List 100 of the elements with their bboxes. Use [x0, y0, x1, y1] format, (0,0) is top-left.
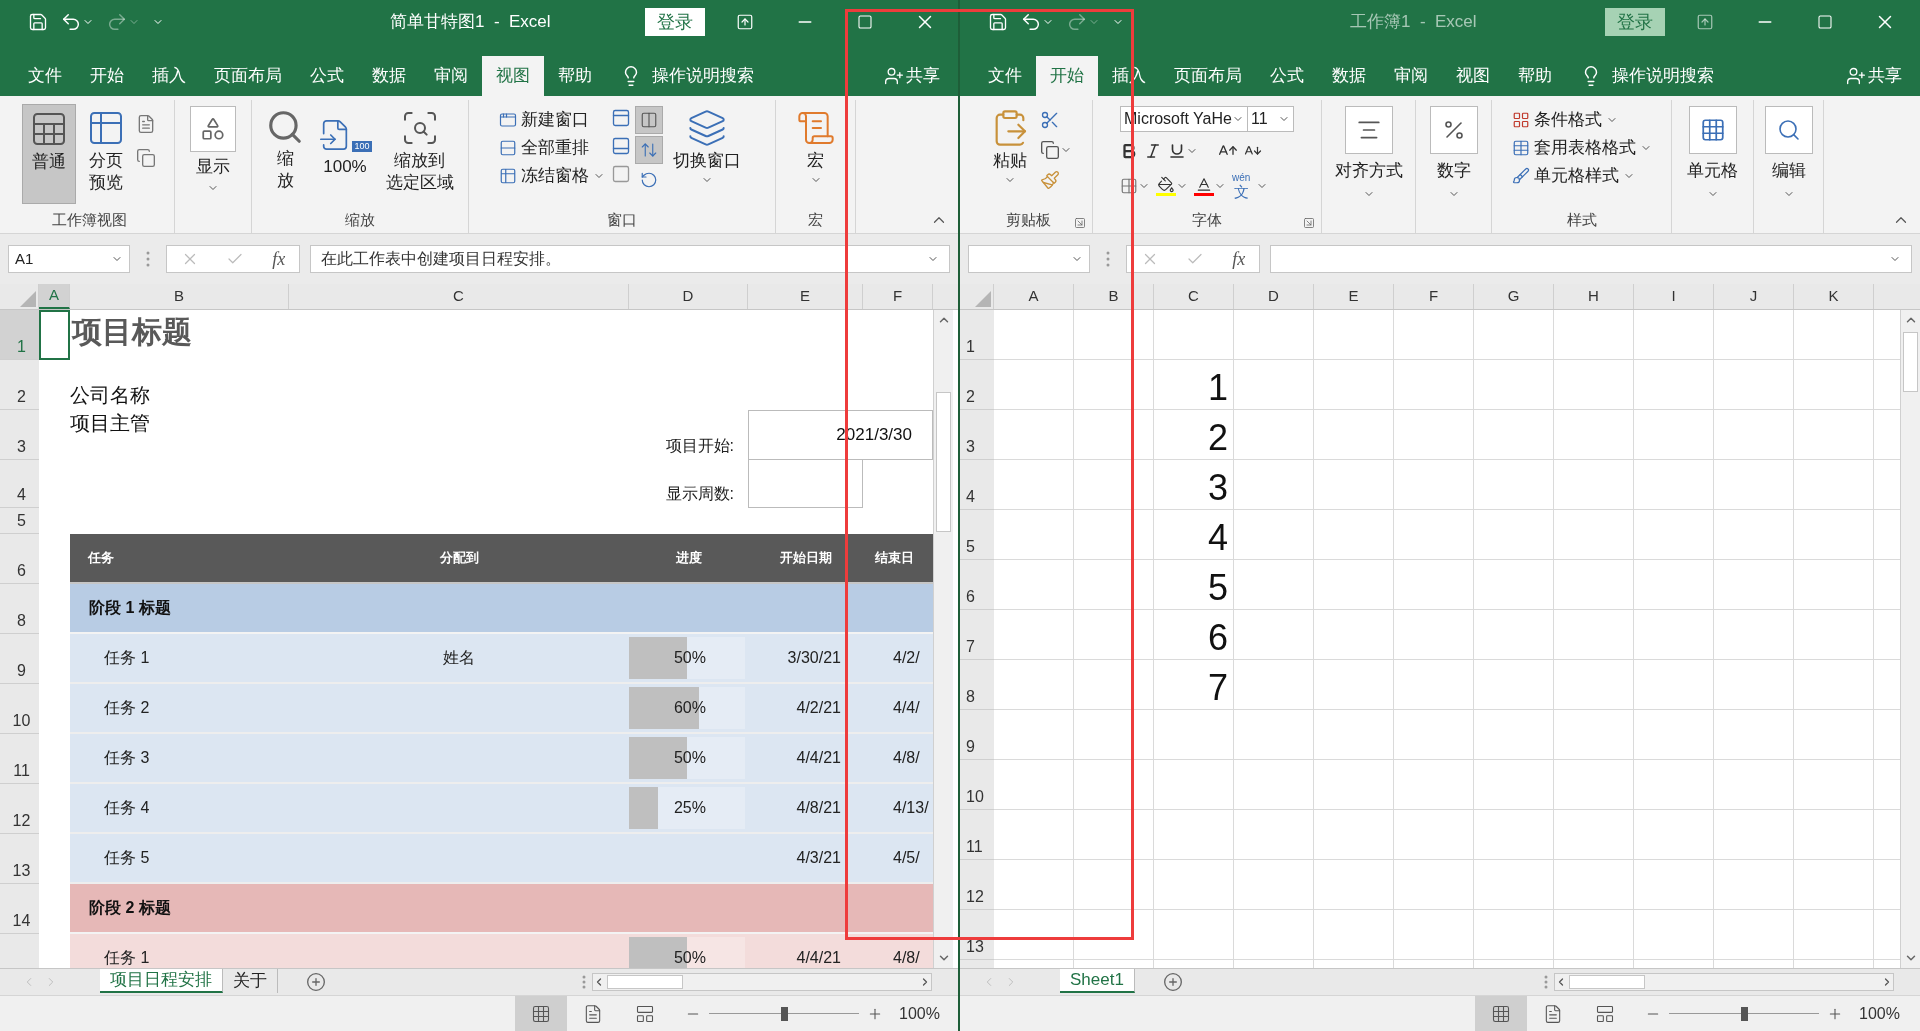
horizontal-scrollbar[interactable]: [1554, 973, 1894, 991]
colored-grid-icon[interactable]: [1511, 111, 1530, 129]
save-icon[interactable]: [28, 12, 48, 32]
grip-icon[interactable]: [1106, 251, 1110, 267]
sheet-tab[interactable]: 关于: [223, 969, 278, 993]
column-header[interactable]: F: [863, 284, 933, 309]
column-header[interactable]: F: [1394, 284, 1474, 309]
normal-view-icon[interactable]: [515, 995, 567, 1031]
sign-in-button[interactable]: 登录: [645, 8, 705, 36]
pages-icon[interactable]: [136, 148, 156, 168]
add-sheet-icon[interactable]: [1162, 972, 1183, 992]
window-icon[interactable]: [499, 111, 517, 129]
conditional-formatting-button[interactable]: 条件格式: [1509, 106, 1654, 134]
up-down-arrows-icon[interactable]: [640, 141, 658, 159]
column-header[interactable]: A: [994, 284, 1074, 309]
grip-icon[interactable]: [1544, 975, 1548, 989]
cells-button[interactable]: 单元格: [1687, 104, 1738, 200]
ribbon-tab[interactable]: 数据: [358, 56, 420, 96]
underline-icon[interactable]: [1168, 142, 1186, 160]
page-icon[interactable]: [136, 114, 156, 134]
column-header[interactable]: A: [39, 284, 70, 309]
ribbon-tab[interactable]: 审阅: [1380, 56, 1442, 96]
scroll-thumb[interactable]: [936, 392, 951, 532]
scroll-thumb[interactable]: [1903, 332, 1918, 392]
dialog-launcher-icon[interactable]: [1303, 217, 1315, 229]
copy-icon[interactable]: [1040, 140, 1060, 160]
unhide-icon[interactable]: [611, 164, 631, 184]
weeks-field[interactable]: [748, 460, 863, 508]
font-size-field[interactable]: 11: [1248, 106, 1294, 132]
borders-icon[interactable]: [1120, 177, 1138, 195]
paste-button[interactable]: 粘贴: [984, 104, 1036, 204]
font-color-icon[interactable]: [1194, 176, 1214, 196]
normal-view-button[interactable]: 普通: [22, 104, 76, 204]
ribbon-tab[interactable]: 文件: [14, 56, 76, 96]
sync-scroll-toggle[interactable]: [635, 136, 663, 164]
ribbon-tab[interactable]: 帮助: [1504, 56, 1566, 96]
fill-color-icon[interactable]: [1156, 176, 1176, 196]
share-button[interactable]: 共享: [1868, 63, 1902, 89]
insert-function-button[interactable]: fx: [272, 245, 286, 273]
redo-icon[interactable]: [106, 11, 128, 33]
ribbon-tab[interactable]: 开始: [1036, 56, 1098, 96]
grip-icon[interactable]: [146, 251, 150, 267]
column-header[interactable]: B: [70, 284, 289, 309]
ribbon-tab[interactable]: 公式: [1256, 56, 1318, 96]
share-button[interactable]: 共享: [906, 63, 940, 89]
column-header[interactable]: K: [1794, 284, 1874, 309]
zoom-100-button[interactable]: 100 100%: [314, 104, 376, 180]
insert-function-button[interactable]: fx: [1232, 245, 1246, 273]
column-header[interactable]: E: [748, 284, 863, 309]
format-as-table-button[interactable]: 套用表格格式: [1509, 134, 1654, 162]
ribbon-tab[interactable]: 文件: [974, 56, 1036, 96]
vertical-scrollbar[interactable]: [1900, 310, 1920, 968]
zoom-button[interactable]: 缩放: [260, 104, 311, 204]
format-painter-icon[interactable]: [1040, 170, 1060, 190]
share-icon[interactable]: [884, 66, 904, 86]
maximize-icon[interactable]: [1817, 14, 1833, 30]
sheet-tab[interactable]: 项目日程安排: [100, 969, 223, 993]
row-header[interactable]: 1: [0, 310, 39, 360]
redo-icon[interactable]: [1066, 11, 1088, 33]
sign-in-button[interactable]: 登录: [1605, 8, 1665, 36]
alignment-button[interactable]: 对齐方式: [1334, 104, 1403, 200]
phonetic-guide-button[interactable]: wén 文: [1232, 172, 1251, 200]
shapes-icon[interactable]: [200, 116, 226, 142]
column-header[interactable]: E: [1314, 284, 1394, 309]
add-sheet-icon[interactable]: [306, 972, 326, 992]
table-icon[interactable]: [1511, 139, 1530, 157]
ribbon-tab[interactable]: 数据: [1318, 56, 1380, 96]
zoom-level[interactable]: 100%: [1859, 1001, 1900, 1026]
ribbon-tab[interactable]: 视图: [482, 56, 544, 96]
tell-me-search[interactable]: 操作说明搜索: [1608, 63, 1718, 89]
stacked-windows-icon[interactable]: [499, 139, 517, 157]
arrange-all-button[interactable]: 全部重排: [497, 134, 607, 162]
formula-field[interactable]: 在此工作表中创建项目日程安排。: [310, 245, 950, 273]
macros-button[interactable]: 宏: [789, 104, 842, 204]
split-icon[interactable]: [611, 108, 631, 128]
cells-grid-icon[interactable]: [1699, 117, 1726, 143]
scroll-thumb[interactable]: [607, 975, 683, 989]
ribbon-options-icon[interactable]: [736, 13, 754, 31]
hide-icon[interactable]: [611, 136, 631, 156]
side-by-side-toggle[interactable]: [635, 106, 663, 134]
search-icon[interactable]: [1776, 118, 1801, 142]
bold-icon[interactable]: [1120, 142, 1138, 160]
undo-icon[interactable]: [1020, 11, 1042, 33]
freeze-panes-button[interactable]: 冻结窗格: [497, 162, 607, 190]
sheet-tab[interactable]: Sheet1: [1060, 969, 1135, 993]
cell-styles-button[interactable]: 单元格样式: [1509, 162, 1654, 190]
vertical-scrollbar[interactable]: [933, 310, 953, 968]
ribbon-tab[interactable]: 插入: [138, 56, 200, 96]
windows-stack-icon[interactable]: [687, 108, 727, 148]
ribbon-tab[interactable]: 公式: [296, 56, 358, 96]
scroll-thumb[interactable]: [1569, 975, 1645, 989]
name-box[interactable]: A1: [8, 245, 130, 273]
zoom-slider-thumb[interactable]: [781, 1006, 788, 1021]
column-header[interactable]: B: [1074, 284, 1154, 309]
normal-view-icon[interactable]: [1475, 995, 1527, 1031]
share-icon[interactable]: [1846, 66, 1866, 86]
ribbon-options-icon[interactable]: [1696, 13, 1714, 31]
freeze-grid-icon[interactable]: [499, 167, 517, 185]
ribbon-tab[interactable]: 页面布局: [200, 56, 296, 96]
side-by-side-icon[interactable]: [640, 111, 658, 129]
